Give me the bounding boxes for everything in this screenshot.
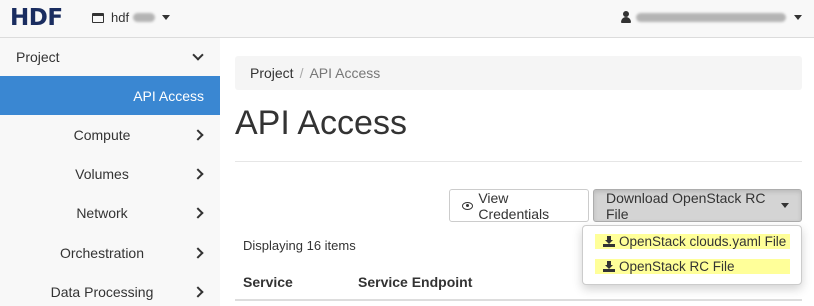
sidebar-item-api-access[interactable]: API Access bbox=[0, 76, 220, 115]
user-icon bbox=[621, 11, 631, 23]
caret-down-icon bbox=[794, 14, 802, 20]
column-header-service-endpoint[interactable]: Service Endpoint bbox=[358, 274, 472, 290]
breadcrumb-separator: / bbox=[299, 65, 304, 81]
user-menu[interactable] bbox=[621, 11, 802, 23]
sidebar-item-label: Data Processing bbox=[50, 283, 154, 300]
sidebar-section-project[interactable]: Project bbox=[0, 38, 220, 76]
sidebar-item-data-processing[interactable]: Data Processing bbox=[0, 272, 220, 306]
menu-item-label: OpenStack clouds.yaml File bbox=[619, 234, 787, 249]
redacted-project-name bbox=[133, 13, 156, 22]
view-credentials-button[interactable]: View Credentials bbox=[449, 189, 589, 222]
sidebar-item-label: Network bbox=[76, 205, 128, 222]
page-title: API Access bbox=[235, 104, 407, 142]
menu-item-clouds-yaml[interactable]: OpenStack clouds.yaml File bbox=[595, 234, 790, 249]
download-rc-button[interactable]: Download OpenStack RC File bbox=[593, 189, 802, 222]
column-header-service[interactable]: Service bbox=[243, 274, 293, 290]
table-header: Service Service Endpoint bbox=[235, 262, 802, 301]
sidebar-item-compute[interactable]: Compute bbox=[0, 115, 220, 154]
redacted-user-name bbox=[636, 12, 786, 22]
sidebar-item-label: Orchestration bbox=[59, 244, 145, 261]
project-switcher[interactable]: hdf bbox=[92, 10, 171, 25]
caret-down-icon bbox=[162, 15, 171, 20]
sidebar-item-label: Volumes bbox=[75, 165, 129, 182]
breadcrumb: Project / API Access bbox=[235, 56, 802, 90]
sidebar-item-orchestration[interactable]: Orchestration bbox=[0, 233, 220, 272]
sidebar-item-network[interactable]: Network bbox=[0, 194, 220, 233]
sidebar-section-label: Project bbox=[16, 49, 60, 65]
top-navbar: HDF hdf bbox=[0, 0, 814, 38]
items-count: Displaying 16 items bbox=[243, 238, 356, 253]
divider bbox=[235, 161, 802, 162]
breadcrumb-root[interactable]: Project bbox=[250, 65, 294, 81]
sidebar-item-volumes[interactable]: Volumes bbox=[0, 154, 220, 193]
caret-down-icon bbox=[781, 203, 789, 208]
project-switcher-label: hdf bbox=[111, 10, 130, 25]
download-rc-label: Download OpenStack RC File bbox=[606, 189, 766, 222]
eye-icon bbox=[462, 201, 474, 210]
chevron-down-icon bbox=[192, 49, 204, 61]
breadcrumb-current: API Access bbox=[309, 65, 381, 81]
sidebar-item-label: API Access bbox=[133, 87, 204, 104]
logo[interactable]: HDF bbox=[10, 5, 63, 31]
download-icon bbox=[603, 236, 615, 247]
sidebar: Project API Access Compute Volumes Netwo… bbox=[0, 38, 220, 306]
project-icon bbox=[92, 12, 104, 23]
sidebar-item-label: Compute bbox=[73, 126, 131, 143]
view-credentials-label: View Credentials bbox=[478, 189, 550, 222]
